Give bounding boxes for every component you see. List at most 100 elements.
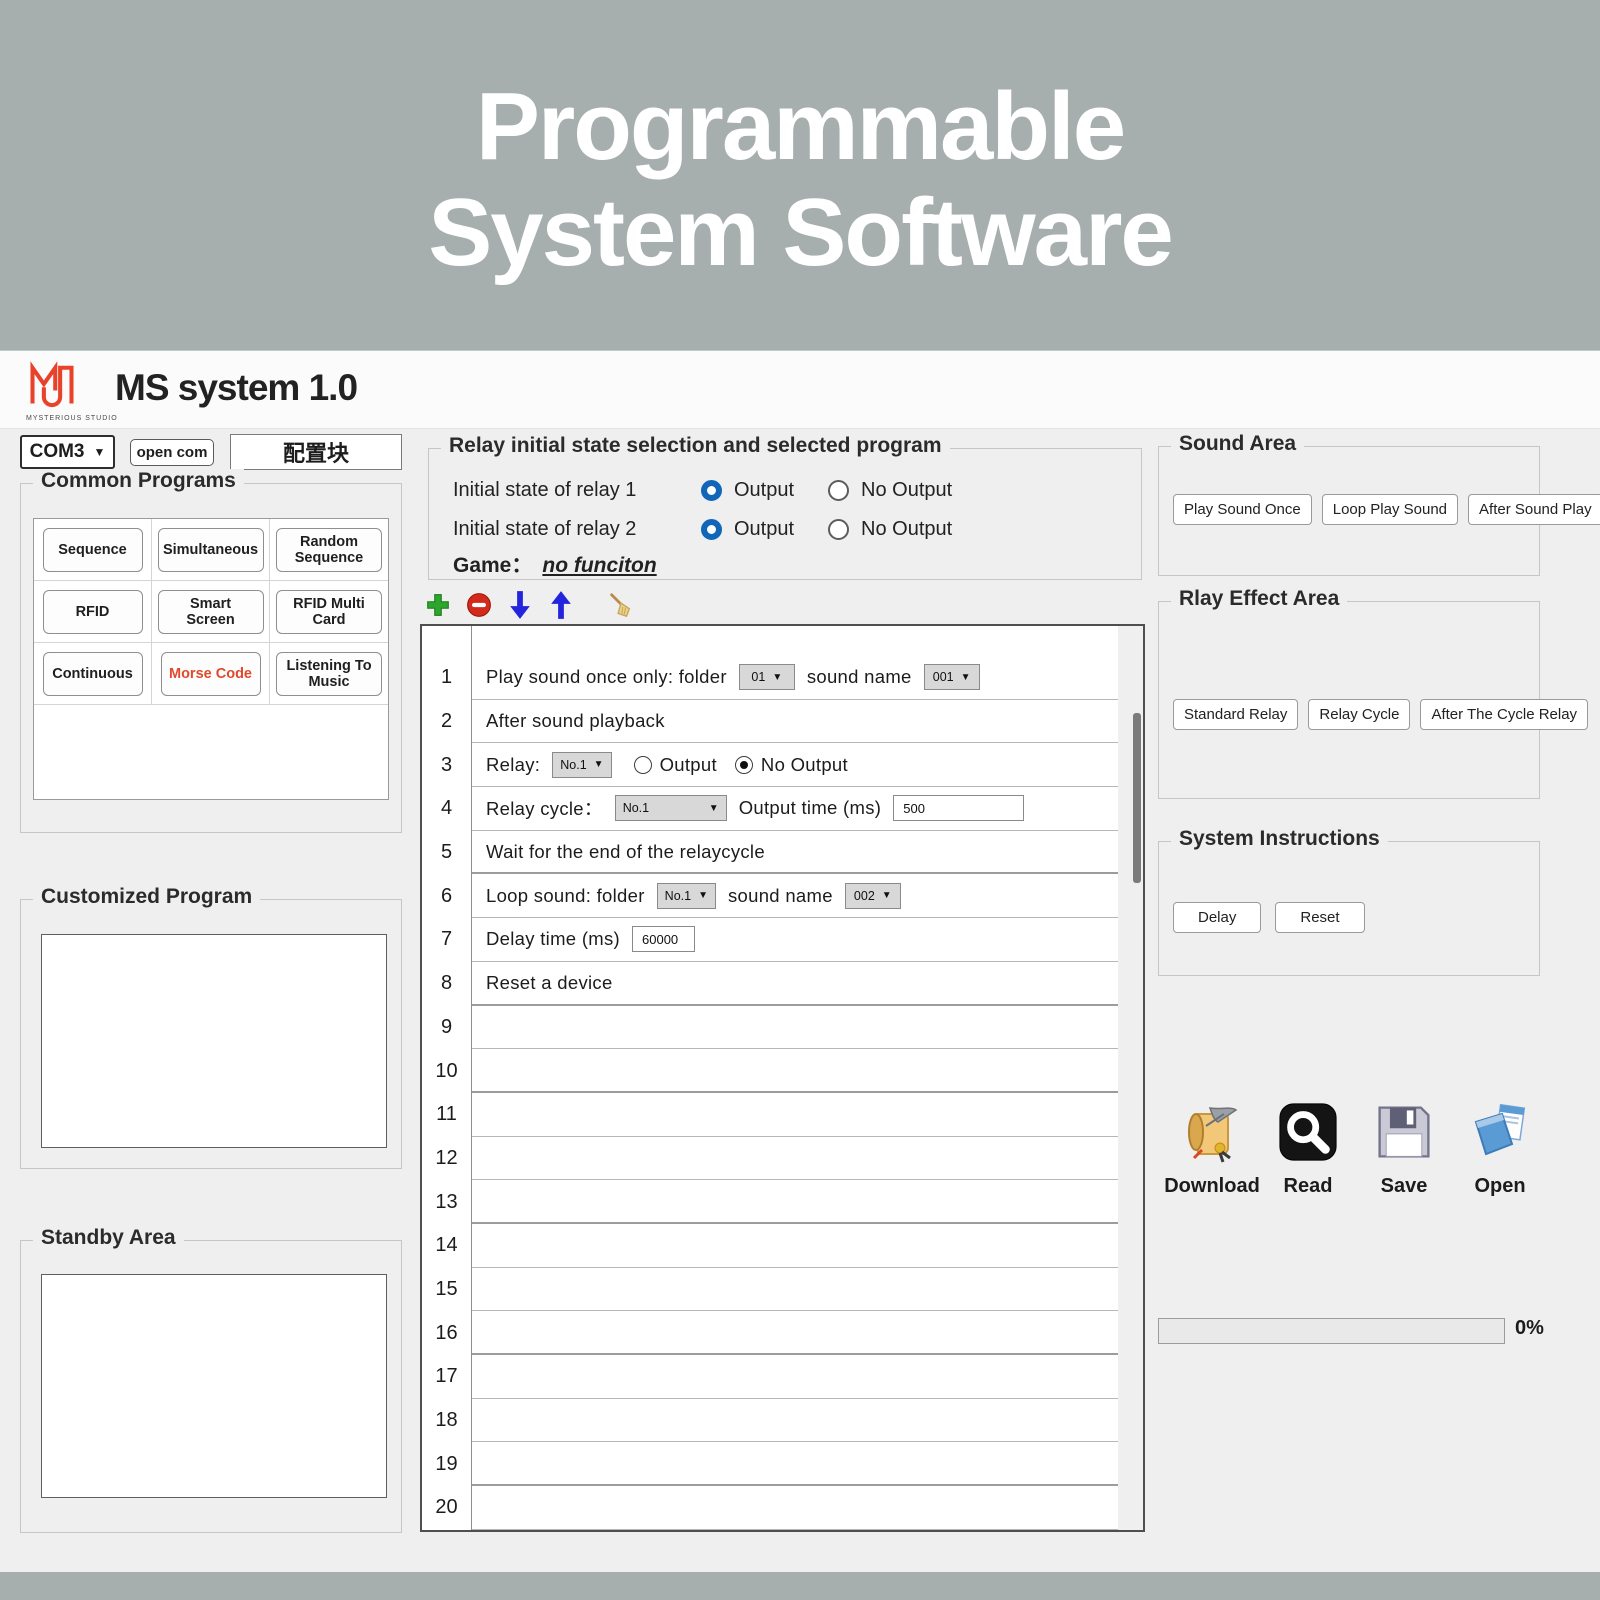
game-value-link[interactable]: no funciton — [542, 554, 656, 578]
row-number-cell — [422, 626, 472, 656]
read-action[interactable]: Read — [1264, 1099, 1352, 1198]
row-content — [472, 1442, 1118, 1487]
radio-output[interactable] — [633, 755, 652, 774]
open-label: Open — [1474, 1175, 1526, 1197]
radio-output[interactable] — [701, 519, 722, 540]
radio-no-output[interactable] — [828, 480, 850, 501]
program-button-continuous[interactable]: Continuous — [42, 651, 143, 696]
relay-row-label: Initial state of relay 2 — [453, 518, 637, 540]
program-row-16[interactable]: 16 — [422, 1311, 1118, 1355]
program-row-12[interactable]: 12 — [422, 1136, 1118, 1181]
progress-percent: 0% — [1515, 1317, 1544, 1339]
program-row-17[interactable]: 17 — [422, 1355, 1118, 1399]
customized-program-area[interactable] — [41, 934, 387, 1148]
loop-play-sound-button[interactable]: Loop Play Sound — [1321, 494, 1459, 525]
play-sound-once-button[interactable]: Play Sound Once — [1173, 494, 1312, 525]
program-row-15[interactable]: 15 — [422, 1267, 1118, 1312]
save-label: Save — [1380, 1175, 1428, 1197]
download-action[interactable]: Download — [1164, 1099, 1260, 1198]
banner: Programmable System Software — [0, 0, 1600, 350]
system-instructions-group: System Instructions Delay Reset — [1158, 827, 1540, 976]
remove-row-icon[interactable] — [465, 591, 493, 619]
sound-name-dropdown[interactable]: 002 ▼ — [844, 882, 901, 909]
program-row-9[interactable]: 9 — [422, 1005, 1118, 1050]
program-row-6[interactable]: 6 Loop sound: folder No.1 ▼ sound name 002 ▼ — [422, 874, 1118, 919]
move-up-icon[interactable] — [547, 591, 575, 619]
program-row-2[interactable]: 2 After sound playback — [422, 699, 1118, 744]
program-button-sequence[interactable]: Sequence — [42, 527, 143, 572]
after-sound-play-button[interactable]: After Sound Play — [1468, 494, 1600, 525]
config-block-button[interactable]: 配置块 — [230, 434, 402, 470]
program-row-7[interactable]: 7 Delay time (ms) 60000 — [422, 918, 1118, 962]
row-number: 3 — [422, 743, 472, 788]
program-row-10[interactable]: 10 — [422, 1049, 1118, 1093]
program-row-3[interactable]: 3 Relay: No.1 ▼ Output No Output — [422, 743, 1118, 788]
row-content: Loop sound: folder No.1 ▼ sound name 002 ▼ — [472, 874, 1118, 919]
program-button-rfid-multi-card[interactable]: RFID Multi Card — [276, 589, 382, 634]
radio-label: Output — [659, 753, 717, 775]
program-button-random-sequence[interactable]: Random Sequence — [276, 527, 382, 572]
row-number: 7 — [422, 918, 472, 962]
sound-area-group: Sound Area Play Sound Once Loop Play Soun… — [1158, 432, 1600, 576]
app-title: MS system 1.0 — [115, 367, 358, 408]
standby-area-box[interactable] — [41, 1274, 387, 1498]
standard-relay-button[interactable]: Standard Relay — [1173, 699, 1299, 730]
folder-dropdown[interactable]: 01 ▼ — [738, 664, 795, 691]
sound-name-dropdown[interactable]: 001 ▼ — [923, 664, 980, 691]
program-button-rfid[interactable]: RFID — [42, 589, 143, 634]
radio-output[interactable] — [701, 480, 722, 501]
chevron-down-icon: ▼ — [593, 759, 604, 771]
radio-no-output[interactable] — [828, 519, 850, 540]
relay-initial-state-row: Initial state of relay 2 Output No Output — [453, 510, 986, 549]
row-number: 11 — [422, 1092, 472, 1137]
program-button-morse-code[interactable]: Morse Code — [160, 651, 261, 696]
clear-broom-icon[interactable] — [606, 591, 634, 619]
program-row-14[interactable]: 14 — [422, 1223, 1118, 1268]
relay-cycle-dropdown[interactable]: No.1 ▼ — [614, 795, 727, 822]
folder-dropdown[interactable]: No.1 ▼ — [656, 882, 716, 909]
group-title: System Instructions — [1171, 827, 1388, 851]
studio-logo-icon — [30, 361, 74, 408]
value-input[interactable]: 500 — [893, 795, 1025, 822]
add-row-icon[interactable] — [424, 591, 452, 619]
save-action[interactable]: Save — [1360, 1099, 1448, 1198]
row-content: Relay: No.1 ▼ Output No Output — [472, 743, 1118, 788]
program-button-simultaneous[interactable]: Simultaneous — [157, 527, 264, 572]
scrollbar-thumb[interactable] — [1133, 713, 1141, 883]
relay-dropdown[interactable]: No.1 ▼ — [552, 751, 612, 778]
chevron-down-icon: ▼ — [772, 671, 783, 683]
program-button-smart-screen[interactable]: Smart Screen — [157, 589, 264, 634]
open-action[interactable]: Open — [1456, 1099, 1544, 1198]
radio-no-output[interactable] — [734, 755, 753, 774]
banner-title-line1: Programmable — [475, 73, 1126, 180]
sound-area-buttons: Play Sound Once Loop Play Sound After Soun… — [1173, 494, 1600, 525]
row-number: 12 — [422, 1136, 472, 1181]
program-row-5[interactable]: 5 Wait for the end of the relaycycle — [422, 830, 1118, 875]
group-title: Common Programs — [33, 469, 244, 493]
after-the-cycle-relay-button[interactable]: After The Cycle Relay — [1420, 699, 1589, 730]
scrollbar-track[interactable] — [1118, 626, 1143, 1530]
row-content — [472, 1311, 1118, 1355]
program-row-19[interactable]: 19 — [422, 1442, 1118, 1487]
program-row-20[interactable]: 20 — [422, 1486, 1118, 1530]
program-row-8[interactable]: 8 Reset a device — [422, 961, 1118, 1006]
program-row-13[interactable]: 13 — [422, 1180, 1118, 1224]
program-row-4[interactable]: 4 Relay cycle： No.1 ▼ Output time (ms) 500 — [422, 787, 1118, 831]
open-com-button[interactable]: open com — [130, 439, 214, 466]
common-program-cell: RFID Multi Card — [270, 581, 388, 643]
row-text: Wait for the end of the relaycycle — [486, 840, 765, 862]
program-button-listening-to-music[interactable]: Listening To Music — [276, 651, 382, 696]
chevron-down-icon: ▼ — [698, 890, 708, 902]
relay-cycle-button[interactable]: Relay Cycle — [1308, 699, 1411, 730]
program-row-18[interactable]: 18 — [422, 1398, 1118, 1443]
com-port-select[interactable]: COM3 ▼ — [20, 435, 115, 469]
delay-button[interactable]: Delay — [1173, 902, 1262, 933]
common-program-cell: Continuous — [34, 643, 152, 705]
row-content: Relay cycle： No.1 ▼ Output time (ms) 500 — [472, 787, 1118, 831]
reset-button[interactable]: Reset — [1275, 902, 1365, 933]
game-line: Game： no funciton — [453, 549, 657, 579]
move-down-icon[interactable] — [506, 591, 534, 619]
program-row-11[interactable]: 11 — [422, 1092, 1118, 1137]
program-row-1[interactable]: 1 Play sound once only: folder 01 ▼ sound na… — [422, 656, 1118, 700]
value-input[interactable]: 60000 — [632, 926, 696, 953]
